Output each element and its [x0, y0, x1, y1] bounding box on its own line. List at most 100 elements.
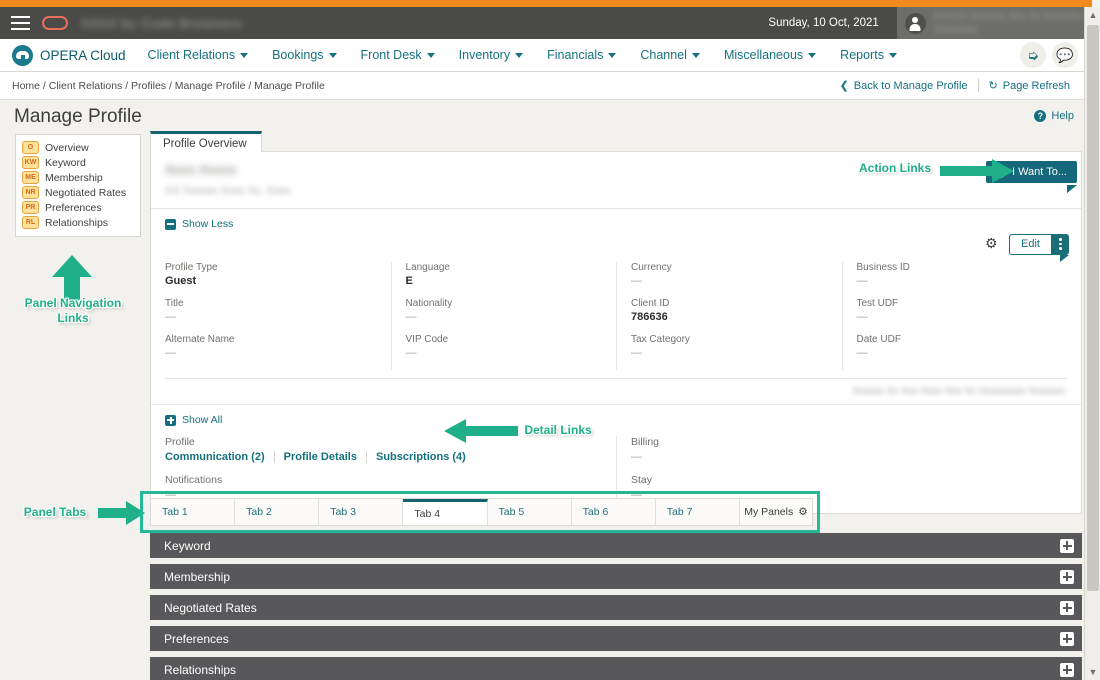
- nav-item-financials[interactable]: Financials: [535, 48, 628, 62]
- panel-title: Preferences: [164, 632, 229, 646]
- nav-item-channel[interactable]: Channel: [628, 48, 712, 62]
- panel-negotiated-rates[interactable]: Negotiated Rates: [150, 595, 1082, 620]
- sidebar-item-negotiated-rates[interactable]: NR Negotiated Rates: [16, 185, 140, 200]
- vertical-scrollbar[interactable]: ▲ ▼: [1084, 7, 1100, 680]
- help-label: Help: [1051, 110, 1074, 122]
- expand-plus-icon[interactable]: [1060, 601, 1074, 615]
- field-alternate-name: Alternate Name —: [165, 334, 377, 359]
- field-value: —: [857, 311, 1054, 323]
- rocket-icon[interactable]: ➭: [1020, 42, 1046, 68]
- edit-button[interactable]: Edit: [1009, 234, 1052, 255]
- panel-preferences[interactable]: Preferences: [150, 626, 1082, 651]
- field-value: —: [631, 275, 828, 287]
- nav-item-inventory[interactable]: Inventory: [447, 48, 535, 62]
- sidebar-item-relationships[interactable]: RL Relationships: [16, 215, 140, 230]
- action-links-annotation: Action Links: [852, 161, 938, 176]
- nav-item-front-desk[interactable]: Front Desk: [349, 48, 447, 62]
- kebab-menu-icon[interactable]: [1052, 234, 1069, 255]
- nav-label: Bookings: [272, 48, 323, 62]
- field-value: —: [165, 347, 377, 359]
- sidebar-item-label: Membership: [45, 172, 103, 184]
- sidebar-item-preferences[interactable]: PR Preferences: [16, 200, 140, 215]
- panel-title: Keyword: [164, 539, 211, 553]
- field-language: Language E: [406, 262, 603, 287]
- page-refresh-link[interactable]: ↻ Page Refresh: [979, 79, 1080, 92]
- nav-item-bookings[interactable]: Bookings: [260, 48, 348, 62]
- panel-tab-7[interactable]: Tab 7: [656, 499, 740, 525]
- opera-cloud-logo[interactable]: OPERA Cloud: [0, 45, 136, 66]
- app-root: XXXX by Code Browsers Sunday, 10 Oct, 20…: [0, 0, 1100, 680]
- chevron-down-icon: [608, 53, 616, 58]
- back-link-label: Back to Manage Profile: [854, 80, 968, 92]
- preferences-badge-icon: PR: [22, 201, 39, 214]
- my-panels-tab[interactable]: My Panels ⚙: [740, 499, 812, 525]
- panel-membership[interactable]: Membership: [150, 564, 1082, 589]
- refresh-icon: ↻: [989, 79, 998, 92]
- nav-label: Front Desk: [361, 48, 422, 62]
- sidebar-item-keyword[interactable]: KW Keyword: [16, 155, 140, 170]
- back-to-manage-profile-link[interactable]: ❮ Back to Manage Profile: [830, 79, 978, 92]
- breadcrumb-actions: ❮ Back to Manage Profile ↻ Page Refresh: [830, 79, 1092, 92]
- nav-item-reports[interactable]: Reports: [828, 48, 909, 62]
- panel-relationships[interactable]: Relationships: [150, 657, 1082, 680]
- nav-item-miscellaneous[interactable]: Miscellaneous: [712, 48, 828, 62]
- detail-link-communication[interactable]: Communication (2): [165, 451, 274, 463]
- guest-address: XX Xxxxxx Xxxx Xx, Xxxx: [165, 185, 1067, 197]
- detail-billing-value: —: [631, 451, 1067, 463]
- field-value: —: [406, 347, 603, 359]
- sidebar-item-label: Negotiated Rates: [45, 187, 126, 199]
- user-name-label: XXXXX Xxxxxx Xxx Xx Xxxxxxx Xxxxxxxx: [934, 10, 1082, 36]
- i-want-to-label: I Want To...: [1012, 166, 1067, 178]
- tab-profile-overview[interactable]: Profile Overview: [150, 131, 262, 152]
- plus-square-icon: [165, 415, 176, 426]
- negotiated-rates-badge-icon: NR: [22, 186, 39, 199]
- gear-icon[interactable]: ⚙: [985, 237, 999, 251]
- tooltip-tail: [1060, 255, 1069, 262]
- relationships-badge-icon: RL: [22, 216, 39, 229]
- hamburger-icon[interactable]: [0, 7, 40, 39]
- sidebar-item-membership[interactable]: ME Membership: [16, 170, 140, 185]
- panel-tab-3[interactable]: Tab 3: [319, 499, 403, 525]
- panel-tab-5[interactable]: Tab 5: [488, 499, 572, 525]
- panel-tab-2[interactable]: Tab 2: [235, 499, 319, 525]
- field-value: Guest: [165, 275, 377, 287]
- detail-link-subscriptions[interactable]: Subscriptions (4): [366, 451, 475, 463]
- detail-stay-title: Stay: [631, 474, 1067, 486]
- user-avatar-icon: [905, 13, 926, 34]
- expand-plus-icon[interactable]: [1060, 663, 1074, 677]
- panel-title: Relationships: [164, 663, 236, 677]
- detail-link-profile-details[interactable]: Profile Details: [274, 451, 366, 463]
- field-column-4: Business ID — Test UDF — Date UDF —: [842, 262, 1068, 370]
- field-value: —: [631, 347, 828, 359]
- help-link[interactable]: ? Help: [1034, 110, 1074, 122]
- expand-plus-icon[interactable]: [1060, 539, 1074, 553]
- minus-square-icon: [165, 219, 176, 230]
- opera-cloud-label: OPERA Cloud: [40, 48, 126, 63]
- chain-ring-icon: [42, 16, 68, 30]
- field-date-udf: Date UDF —: [857, 334, 1054, 359]
- panel-tab-4[interactable]: Tab 4: [403, 499, 487, 525]
- nav-item-client-relations[interactable]: Client Relations: [136, 48, 261, 62]
- field-label: Language: [406, 262, 603, 273]
- scroll-up-icon[interactable]: ▲: [1085, 7, 1100, 23]
- nav-label: Client Relations: [148, 48, 236, 62]
- scrollbar-thumb[interactable]: [1087, 25, 1099, 591]
- detail-notifications-title: Notifications: [165, 474, 616, 486]
- sidebar-item-overview[interactable]: O Overview: [16, 140, 140, 155]
- cloud-icon: [12, 45, 33, 66]
- show-all-toggle[interactable]: Show All: [151, 405, 1081, 430]
- profile-meta-row: Xxxxxx Xx Xxx Xxxx Xxx Xx Xxxxxxxxx Xxxx…: [151, 379, 1081, 405]
- sidebar-item-label: Preferences: [45, 202, 102, 214]
- expand-plus-icon[interactable]: [1060, 570, 1074, 584]
- chat-bubble-icon[interactable]: 💬: [1052, 42, 1078, 68]
- profile-overview-card: Xxxx Xxxxx XX Xxxxxx Xxxx Xx, Xxxx Show …: [150, 151, 1082, 514]
- expand-plus-icon[interactable]: [1060, 632, 1074, 646]
- field-value: —: [165, 311, 377, 323]
- profile-meta-text: Xxxxxx Xx Xxx Xxxx Xxx Xx Xxxxxxxxx Xxxx…: [852, 386, 1065, 397]
- scroll-down-icon[interactable]: ▼: [1085, 664, 1100, 680]
- panel-tab-6[interactable]: Tab 6: [572, 499, 656, 525]
- breadcrumb: Home / Client Relations / Profiles / Man…: [0, 80, 325, 92]
- panel-keyword[interactable]: Keyword: [150, 533, 1082, 558]
- panel-tab-1[interactable]: Tab 1: [151, 499, 235, 525]
- user-menu[interactable]: XXXXX Xxxxxx Xxx Xx Xxxxxxx Xxxxxxxx: [897, 7, 1092, 39]
